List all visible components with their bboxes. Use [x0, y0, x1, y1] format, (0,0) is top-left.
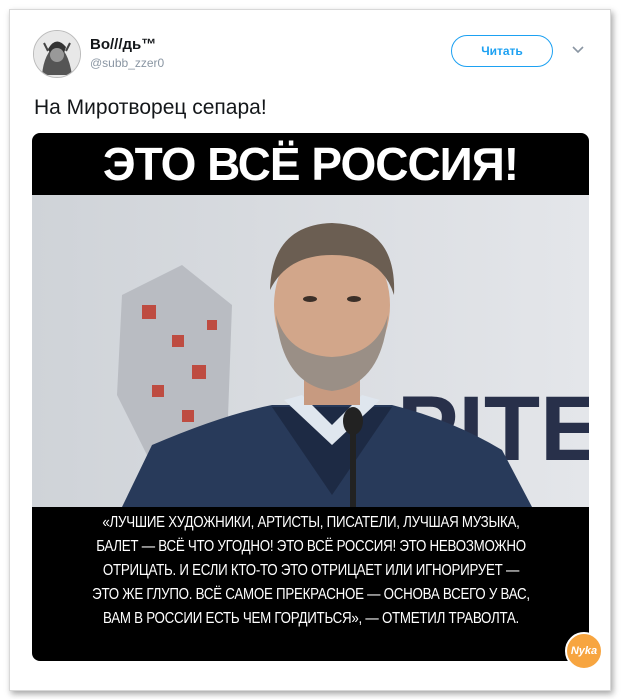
quote-line: «ЛУЧШИЕ ХУДОЖНИКИ, АРТИСТЫ, ПИСАТЕЛИ, ЛУ… — [102, 514, 520, 531]
avatar-image — [34, 31, 80, 77]
media-headline: ЭТО ВСЁ РОССИЯ! — [102, 138, 519, 190]
avatar[interactable] — [33, 30, 81, 78]
quote-line: ВАМ В РОССИИ ЕСТЬ ЧЕМ ГОРДИТЬСЯ», — ОТМЕ… — [103, 610, 519, 627]
tweet-media[interactable]: ЭТО ВСЁ РОССИЯ! PITE «ЛУЧШИЕ ХУДОЖНИКИ, … — [32, 133, 589, 661]
quote-line: ЭТО ЖЕ ГЛУПО. ВСЁ САМОЕ ПРЕКРАСНОЕ — ОСН… — [92, 586, 530, 603]
photo-illustration: PITE — [32, 195, 589, 507]
chevron-down-icon[interactable] — [572, 46, 584, 54]
user-handle[interactable]: @subb_zzer0 — [90, 56, 164, 70]
follow-button[interactable]: Читать — [451, 35, 553, 67]
display-name[interactable]: Во///дь™ — [90, 36, 156, 53]
quote-text: «ЛУЧШИЕ ХУДОЖНИКИ, АРТИСТЫ, ПИСАТЕЛИ, ЛУ… — [83, 511, 539, 631]
quote-line: БАЛЕТ — ВСЁ ЧТО УГОДНО! ЭТО ВСЁ РОССИЯ! … — [96, 538, 526, 555]
tweet-text: На Миротворец сепара! — [34, 96, 267, 119]
quote-line: ОТРИЦАТЬ. И ЕСЛИ КТО-ТО ЭТО ОТРИЦАЕТ ИЛИ… — [102, 562, 520, 579]
watermark-logo: Nyka — [565, 632, 603, 670]
